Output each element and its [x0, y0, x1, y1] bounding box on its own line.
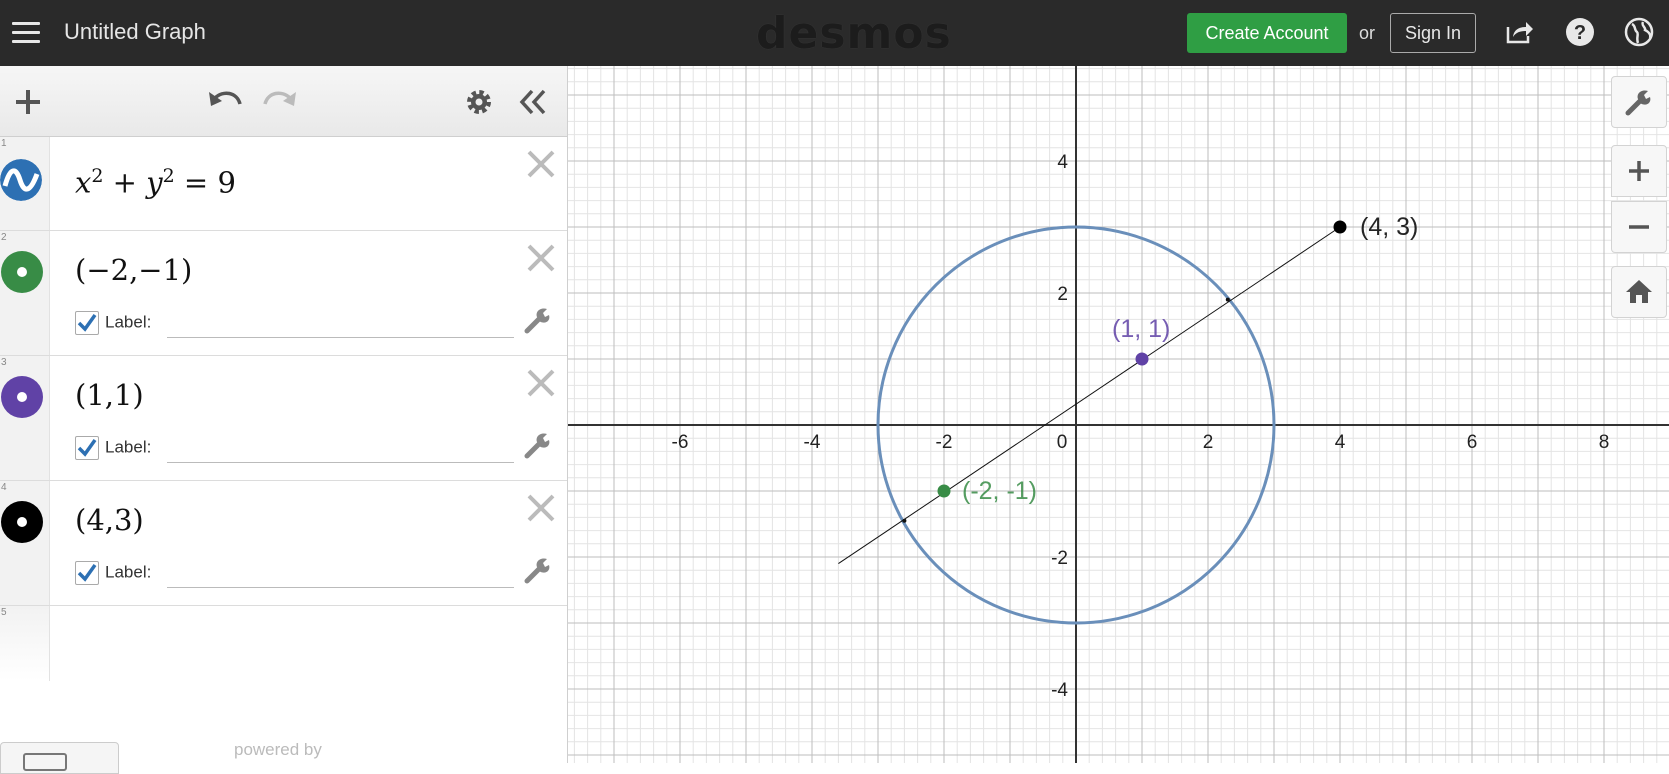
top-bar: Untitled Graph desmos Create Account or … — [0, 0, 1669, 66]
point-color-icon[interactable] — [1, 501, 43, 543]
add-icon[interactable] — [14, 88, 42, 116]
keyboard-icon — [23, 753, 67, 771]
x-tick-label: 2 — [1203, 432, 1214, 453]
y-tick-label: -4 — [1051, 680, 1068, 701]
svg-text:?: ? — [1574, 22, 1586, 44]
create-account-button[interactable]: Create Account — [1187, 13, 1347, 53]
label-checkbox[interactable] — [75, 436, 99, 460]
x-tick-label: -6 — [672, 432, 689, 453]
checkmark-icon — [77, 563, 97, 582]
home-view-button[interactable] — [1611, 266, 1667, 318]
expression-index: 2 — [1, 232, 7, 243]
point-marker — [937, 484, 951, 498]
expression-gutter: 2 — [0, 231, 50, 355]
keyboard-toggle[interactable] — [0, 742, 119, 774]
point-marker — [1135, 352, 1149, 366]
checkmark-icon — [77, 313, 97, 332]
expression-row-2[interactable]: 2 (−2,−1) Label: — [0, 231, 567, 356]
zoom-out-icon — [1629, 225, 1649, 229]
delete-expression-icon[interactable] — [524, 241, 558, 275]
expression-row-5[interactable]: 5 — [0, 606, 567, 681]
redo-icon[interactable] — [262, 86, 298, 116]
label-row: Label: — [75, 436, 151, 460]
label-text: Label: — [105, 312, 152, 332]
graph-canvas[interactable]: -6 -4 -2 0 2 4 6 8 4 2 -2 -4 (-2, -1) (1, 1) (4, 3) — [568, 66, 1669, 763]
point-label: (4, 3) — [1360, 213, 1418, 241]
x-tick-label: -4 — [804, 432, 821, 453]
x-tick-label: 0 — [1057, 432, 1068, 453]
powered-by-text: powered by — [234, 740, 322, 759]
intersection-point — [902, 518, 907, 523]
expression-index: 3 — [1, 357, 7, 368]
expression-gutter: 3 — [0, 356, 50, 480]
zoom-in-icon — [1629, 161, 1649, 181]
label-text: Label: — [105, 562, 152, 582]
expression-toolbar — [0, 66, 567, 137]
x-tick-label: -2 — [936, 432, 953, 453]
expression-panel: 1 x2 + y2 = 9 2 (−2,−1) Label: 3 (1,1) L… — [0, 66, 568, 763]
wrench-icon[interactable] — [523, 555, 553, 585]
delete-expression-icon[interactable] — [524, 491, 558, 525]
expression-row-4[interactable]: 4 (4,3) Label: — [0, 481, 567, 606]
wrench-icon[interactable] — [523, 430, 553, 460]
expression-row-1[interactable]: 1 x2 + y2 = 9 — [0, 137, 567, 231]
expression-gutter: 1 — [0, 137, 50, 230]
delete-expression-icon[interactable] — [524, 147, 558, 181]
expression-index: 1 — [1, 138, 7, 149]
or-text: or — [1359, 23, 1376, 43]
zoom-out-button[interactable] — [1611, 201, 1667, 253]
point-color-icon[interactable] — [1, 376, 43, 418]
intersection-point — [1225, 297, 1230, 302]
help-icon[interactable]: ? — [1565, 17, 1595, 47]
expression-index: 4 — [1, 482, 7, 493]
expression-index: 5 — [1, 607, 7, 618]
label-input[interactable] — [167, 559, 514, 588]
home-icon — [1626, 280, 1652, 303]
x-tick-label: 4 — [1335, 432, 1346, 453]
point-expression-text[interactable]: (1,1) — [75, 378, 144, 412]
x-tick-label: 8 — [1599, 432, 1610, 453]
graph-settings-button[interactable] — [1611, 76, 1667, 128]
wrench-settings-icon — [1625, 90, 1651, 116]
point-color-icon[interactable] — [1, 251, 43, 293]
label-checkbox[interactable] — [75, 311, 99, 335]
zoom-in-button[interactable] — [1611, 145, 1667, 197]
globe-icon[interactable] — [1624, 17, 1654, 47]
label-row: Label: — [75, 561, 151, 585]
point-marker — [1333, 220, 1347, 234]
x-tick-label: 6 — [1467, 432, 1478, 453]
label-input[interactable] — [167, 309, 514, 338]
expression-row-3[interactable]: 3 (1,1) Label: — [0, 356, 567, 481]
graph-wave-icon[interactable] — [0, 159, 42, 201]
expression-gutter: 4 — [0, 481, 50, 605]
wrench-icon[interactable] — [523, 305, 553, 335]
y-tick-label: 2 — [1057, 284, 1068, 305]
label-row: Label: — [75, 311, 151, 335]
equation-text[interactable]: x2 + y2 = 9 — [75, 165, 236, 200]
hamburger-menu-icon[interactable] — [12, 22, 40, 44]
expression-gutter: 5 — [0, 606, 50, 681]
collapse-panel-icon[interactable] — [518, 88, 548, 116]
checkmark-icon — [77, 438, 97, 457]
delete-expression-icon[interactable] — [524, 366, 558, 400]
undo-icon[interactable] — [207, 86, 243, 116]
label-text: Label: — [105, 437, 152, 457]
y-tick-label: -2 — [1051, 548, 1068, 569]
point-label: (-2, -1) — [962, 477, 1037, 505]
sign-in-button[interactable]: Sign In — [1390, 13, 1476, 53]
share-icon[interactable] — [1504, 17, 1534, 47]
point-label: (1, 1) — [1112, 315, 1170, 343]
graph-title[interactable]: Untitled Graph — [64, 19, 206, 45]
point-expression-text[interactable]: (−2,−1) — [75, 253, 192, 287]
desmos-logo: desmos — [756, 8, 952, 59]
label-input[interactable] — [167, 434, 514, 463]
settings-gear-icon[interactable] — [464, 87, 494, 117]
label-checkbox[interactable] — [75, 561, 99, 585]
point-expression-text[interactable]: (4,3) — [75, 503, 144, 537]
y-tick-label: 4 — [1057, 152, 1068, 173]
